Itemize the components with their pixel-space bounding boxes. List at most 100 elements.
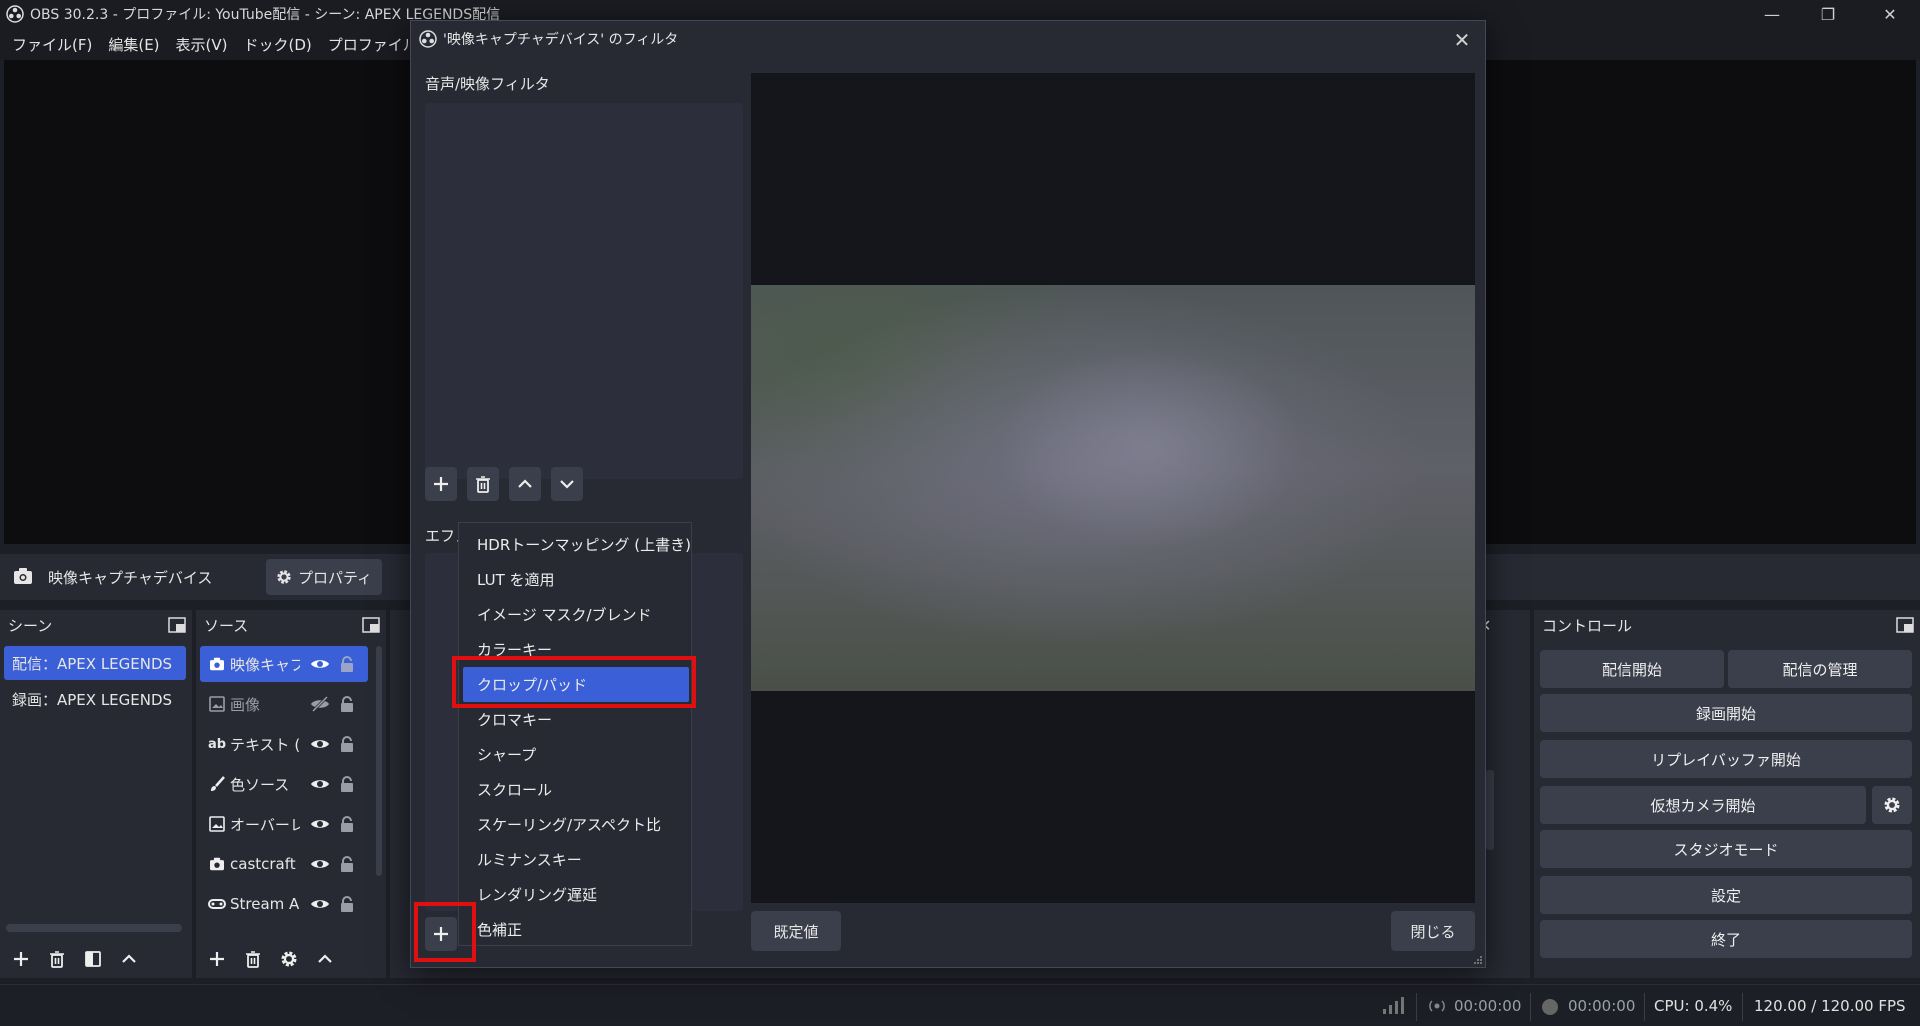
scenes-title: シーン — [8, 616, 53, 635]
filter-preview — [751, 73, 1475, 903]
source-item[interactable]: オーバーレ — [200, 806, 368, 842]
fps-readout: 120.00 / 120.00 FPS — [1754, 997, 1906, 1015]
source-name: 画像 — [230, 695, 261, 714]
source-item[interactable]: Stream A — [200, 886, 368, 922]
close-button[interactable]: 閉じる — [1391, 911, 1475, 951]
restore-button[interactable]: ❐ — [1800, 0, 1856, 28]
move-av-filter-down-button[interactable] — [551, 467, 583, 501]
add-filter-menu: HDRトーンマッピング (上書き) LUT を適用 イメージ マスク/ブレンド … — [458, 522, 692, 946]
add-scene-button[interactable] — [6, 944, 36, 974]
scene-item[interactable]: 録画：APEX LEGENDS — [4, 682, 186, 716]
manage-stream-label: 配信の管理 — [1782, 660, 1858, 679]
record-time: 00:00:00 — [1568, 997, 1636, 1015]
controls-title: コントロール — [1542, 616, 1633, 635]
start-replay-button[interactable]: リプレイバッファ開始 — [1540, 740, 1912, 778]
menu-item-label: ルミナンスキー — [477, 851, 582, 869]
virtualcam-settings-button[interactable] — [1872, 786, 1912, 824]
source-name: オーバーレ — [230, 815, 300, 834]
effect-filters-label: エフェクトフィルタ — [425, 527, 461, 545]
menu-item-luma-key[interactable]: ルミナンスキー — [459, 842, 691, 877]
eye-hidden-icon[interactable] — [310, 696, 330, 712]
settings-button[interactable]: 設定 — [1540, 876, 1912, 914]
start-virtualcam-label: 仮想カメラ開始 — [1650, 796, 1756, 815]
undock-icon[interactable] — [1896, 617, 1914, 633]
gear-icon — [281, 951, 297, 967]
source-item[interactable]: castcraft — [200, 846, 368, 882]
remove-scene-button[interactable] — [42, 944, 72, 974]
av-filters-list[interactable] — [425, 103, 743, 479]
menu-item-hdr-tonemap[interactable]: HDRトーンマッピング (上書き) — [459, 527, 691, 562]
camera-icon — [206, 857, 228, 871]
gamepad-icon — [206, 898, 228, 910]
menu-docks[interactable]: ドック(D) — [236, 34, 320, 55]
lock-icon[interactable] — [340, 656, 354, 672]
scenes-scrollbar[interactable] — [6, 924, 182, 932]
menu-item-sharpen[interactable]: シャープ — [459, 737, 691, 772]
eye-icon[interactable] — [310, 817, 330, 831]
add-av-filter-button[interactable] — [425, 467, 457, 501]
dialog-close-icon[interactable]: ✕ — [1449, 27, 1475, 53]
camera-feed-image — [751, 285, 1475, 691]
undock-icon[interactable] — [362, 617, 380, 633]
sources-scrollbar[interactable] — [376, 646, 382, 876]
settings-label: 設定 — [1710, 886, 1741, 905]
studio-mode-label: スタジオモード — [1673, 840, 1779, 859]
lock-icon[interactable] — [340, 736, 354, 752]
chevron-up-icon — [518, 479, 532, 488]
move-av-filter-up-button[interactable] — [509, 467, 541, 501]
text-icon: ab — [207, 736, 227, 752]
start-virtualcam-button[interactable]: 仮想カメラ開始 — [1540, 786, 1866, 824]
eye-icon[interactable] — [310, 897, 330, 911]
restore-icon: ❐ — [1820, 4, 1836, 24]
menu-edit[interactable]: 編集(E) — [100, 34, 167, 55]
source-item[interactable]: 映像キャプ — [200, 646, 368, 682]
menu-view[interactable]: 表示(V) — [168, 34, 236, 55]
scene-filter-button[interactable] — [78, 944, 108, 974]
source-name: castcraft — [230, 855, 296, 873]
menu-item-apply-lut[interactable]: LUT を適用 — [459, 562, 691, 597]
minimize-button[interactable]: — — [1744, 0, 1800, 28]
menu-item-image-mask[interactable]: イメージ マスク/ブレンド — [459, 597, 691, 632]
scene-item-label: 配信：APEX LEGENDS — [12, 654, 173, 673]
lock-icon[interactable] — [340, 896, 354, 912]
defaults-button[interactable]: 既定値 — [751, 911, 841, 951]
undock-icon[interactable] — [168, 617, 186, 633]
menu-file[interactable]: ファイル(F) — [4, 34, 100, 55]
start-stream-button[interactable]: 配信開始 — [1540, 650, 1724, 688]
scene-item-label: 録画：APEX LEGENDS — [12, 690, 173, 709]
properties-button[interactable]: プロパティ — [266, 559, 382, 595]
window-close-button[interactable]: ✕ — [1862, 0, 1918, 28]
source-item[interactable]: 色ソース — [200, 766, 368, 802]
menu-item-color-correction[interactable]: 色補正 — [459, 912, 691, 947]
source-item[interactable]: 画像 — [200, 686, 368, 722]
remove-av-filter-button[interactable] — [467, 467, 499, 501]
menu-item-scroll[interactable]: スクロール — [459, 772, 691, 807]
eye-icon[interactable] — [310, 657, 330, 671]
menu-item-scaling-aspect[interactable]: スケーリング/アスペクト比 — [459, 807, 691, 842]
lock-icon[interactable] — [340, 856, 354, 872]
eye-icon[interactable] — [310, 737, 330, 751]
resize-grip-icon[interactable] — [1473, 955, 1483, 965]
exit-button[interactable]: 終了 — [1540, 920, 1912, 958]
gear-icon — [1884, 797, 1900, 813]
source-properties-button[interactable] — [274, 944, 304, 974]
scene-item[interactable]: 配信：APEX LEGENDS — [4, 646, 186, 680]
source-item[interactable]: ab テキスト (C — [200, 726, 368, 762]
remove-source-button[interactable] — [238, 944, 268, 974]
eye-icon[interactable] — [310, 857, 330, 871]
record-status-icon — [1542, 999, 1558, 1015]
lock-icon[interactable] — [340, 696, 354, 712]
lock-icon[interactable] — [340, 776, 354, 792]
eye-icon[interactable] — [310, 777, 330, 791]
move-scene-up-button[interactable] — [114, 944, 144, 974]
start-recording-button[interactable]: 録画開始 — [1540, 694, 1912, 732]
studio-mode-button[interactable]: スタジオモード — [1540, 830, 1912, 868]
move-source-up-button[interactable] — [310, 944, 340, 974]
menu-item-label: スクロール — [477, 781, 553, 799]
mixer-scrollbar[interactable] — [1486, 770, 1494, 850]
lock-icon[interactable] — [340, 816, 354, 832]
manage-stream-button[interactable]: 配信の管理 — [1728, 650, 1912, 688]
add-source-button[interactable] — [202, 944, 232, 974]
highlight-crop-pad — [452, 656, 696, 708]
menu-item-render-delay[interactable]: レンダリング遅延 — [459, 877, 691, 912]
